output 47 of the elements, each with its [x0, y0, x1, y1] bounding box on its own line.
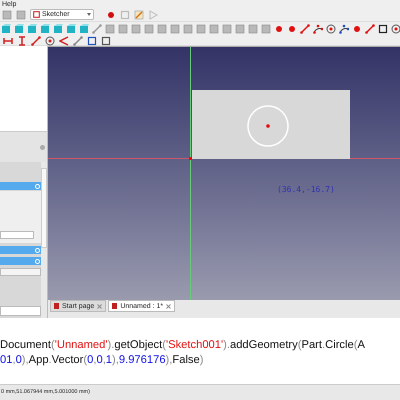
cube-icon[interactable]: [66, 24, 76, 34]
console-line: Document('Unnamed').getObject('Sketch001').addGeometry(Part.Circle(A: [0, 339, 366, 352]
circle-icon[interactable]: [45, 36, 55, 46]
square-icon[interactable]: [101, 36, 111, 46]
edit-icon[interactable]: [134, 10, 144, 20]
collapse-icon[interactable]: [35, 248, 40, 252]
document-icon: [112, 303, 118, 309]
cursor-coordinates: (36.4,-16.7): [277, 186, 335, 194]
arc-icon[interactable]: [313, 24, 323, 34]
close-icon[interactable]: [97, 304, 102, 308]
collapse-icon[interactable]: [35, 184, 40, 188]
panel-header[interactable]: [0, 182, 41, 190]
cube-icon[interactable]: [1, 24, 11, 34]
panel-header[interactable]: [0, 246, 41, 254]
circle-icon[interactable]: [326, 24, 336, 34]
python-console[interactable]: Document('Unnamed').getObject('Sketch001').addGeometry(Part.Circle(A 01,0),App.Vector(0,0,1),9.976176),False): [0, 318, 400, 384]
dropdown[interactable]: [0, 268, 41, 276]
play-icon[interactable]: [148, 10, 158, 20]
arc-icon[interactable]: [339, 24, 349, 34]
collapse-icon[interactable]: [35, 258, 40, 264]
line-icon[interactable]: [73, 36, 83, 46]
line-icon[interactable]: [365, 24, 375, 34]
angle-icon[interactable]: [59, 36, 69, 46]
line-icon[interactable]: [31, 36, 41, 46]
line-icon[interactable]: [300, 24, 310, 34]
sketch-circle: [247, 105, 289, 147]
input-field[interactable]: [0, 306, 41, 316]
panel-button[interactable]: [0, 231, 34, 239]
cube-icon[interactable]: [27, 24, 37, 34]
square-icon[interactable]: [378, 24, 388, 34]
sketcher-icon: [33, 11, 40, 18]
scrollbar[interactable]: [41, 162, 47, 318]
hbar-icon[interactable]: [3, 36, 13, 46]
dot-icon[interactable]: [287, 24, 297, 34]
dot-icon[interactable]: [274, 24, 284, 34]
vbar-icon[interactable]: [17, 36, 27, 46]
caret-icon: [87, 13, 91, 16]
square-icon[interactable]: [87, 36, 97, 46]
origin-point: [189, 157, 192, 160]
close-icon[interactable]: [166, 304, 172, 308]
settings-icon[interactable]: [40, 144, 45, 150]
panel-header[interactable]: [0, 257, 41, 265]
cube-icon[interactable]: [14, 24, 24, 34]
console-line: 01,0),App.Vector(0,0,1),9.976176),False): [0, 354, 204, 367]
dot-icon[interactable]: [106, 10, 116, 20]
document-icon: [54, 303, 59, 309]
dot-icon[interactable]: [352, 24, 362, 34]
